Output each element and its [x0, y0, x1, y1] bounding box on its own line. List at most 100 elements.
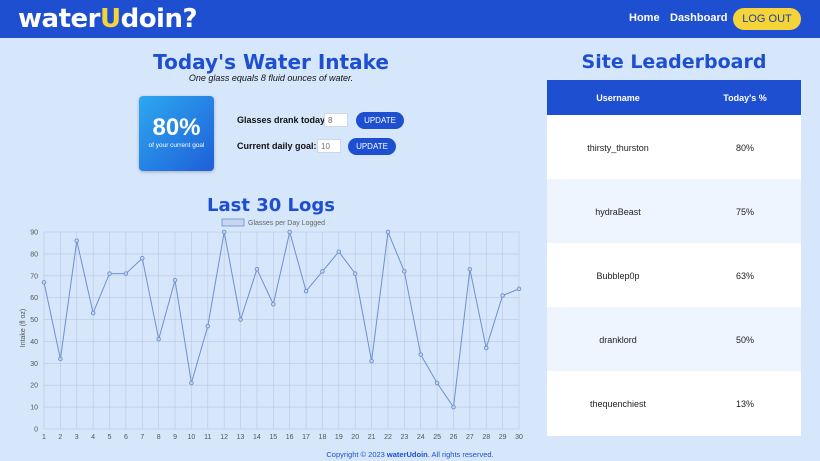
data-point[interactable] [451, 404, 456, 410]
x-tick-label: 14 [253, 434, 261, 441]
x-tick-label: 29 [499, 434, 507, 441]
data-point[interactable] [90, 310, 96, 316]
data-point[interactable] [385, 229, 391, 235]
x-tick-label: 24 [417, 434, 425, 441]
row-percent: 50% [735, 335, 754, 345]
data-point[interactable] [352, 271, 358, 276]
x-tick-label: 15 [269, 434, 277, 441]
footer-brand[interactable]: waterUdoin [387, 450, 428, 459]
x-tick-label: 19 [335, 434, 343, 441]
leaderboard-table: Username Today's % thirsty_thurston 80% … [547, 80, 801, 436]
y-tick-label: 80 [30, 251, 38, 258]
x-tick-label: 18 [319, 434, 327, 441]
data-point[interactable] [254, 266, 260, 272]
data-point[interactable] [500, 293, 505, 298]
footer: Copyright © 2023 waterUdoin. All rights … [270, 450, 550, 459]
data-point[interactable] [107, 271, 112, 276]
x-tick-label: 10 [188, 434, 196, 441]
goal-percent: 80% [152, 114, 201, 141]
nav-home-link[interactable]: Home [629, 12, 660, 24]
goal-input[interactable] [317, 139, 341, 153]
x-tick-label: 12 [220, 434, 228, 441]
glasses-label: Glasses drank today: [237, 115, 329, 125]
brand-text-doin: doin? [120, 4, 198, 34]
row-percent: 75% [735, 207, 754, 217]
data-point[interactable] [402, 269, 407, 274]
x-tick-label: 23 [400, 434, 408, 441]
data-point[interactable] [287, 229, 292, 235]
data-point[interactable] [58, 356, 63, 362]
data-point[interactable] [189, 380, 194, 386]
data-point[interactable] [221, 229, 227, 235]
y-tick-label: 60 [30, 295, 38, 302]
y-tick-label: 30 [30, 361, 38, 368]
data-point[interactable] [303, 288, 309, 294]
y-tick-label: 50 [30, 317, 38, 324]
row-percent: 80% [735, 143, 754, 153]
data-point[interactable] [156, 337, 161, 342]
table-row: dranklord 50% [547, 307, 801, 371]
y-tick-label: 40 [30, 339, 38, 346]
brand-logo[interactable]: waterUdoin? [18, 4, 198, 34]
x-tick-label: 4 [91, 434, 95, 441]
table-row: thirsty_thurston 80% [547, 115, 801, 179]
goal-caption: of your current goal [148, 142, 205, 149]
row-username: thequenchiest [589, 399, 647, 409]
x-tick-label: 13 [237, 434, 245, 441]
glasses-input[interactable] [324, 113, 348, 127]
x-tick-label: 7 [140, 434, 144, 441]
y-tick-label: 90 [30, 230, 38, 237]
data-point[interactable] [271, 301, 276, 307]
y-tick-label: 10 [30, 405, 38, 412]
footer-prefix: Copyright © 2023 [326, 450, 387, 459]
y-tick-label: 20 [30, 383, 38, 390]
column-header-username: Username [596, 93, 640, 103]
legend-swatch[interactable] [221, 218, 245, 227]
data-point[interactable] [369, 358, 374, 364]
data-point[interactable] [140, 256, 145, 261]
update-goal-button[interactable]: UPDATE [348, 138, 396, 155]
x-tick-label: 25 [433, 434, 441, 441]
data-point[interactable] [41, 280, 47, 285]
data-point[interactable] [238, 317, 243, 322]
x-tick-label: 6 [124, 434, 128, 441]
x-tick-label: 9 [173, 434, 177, 441]
y-axis-label: Intake (fl oz) [20, 309, 27, 348]
y-tick-label: 70 [30, 273, 38, 280]
data-point[interactable] [74, 238, 80, 244]
data-point[interactable] [123, 271, 129, 276]
intake-subtitle: One glass equals 8 fluid ounces of water… [188, 73, 354, 83]
brand-text-u: U [99, 4, 121, 34]
nav-dashboard-link[interactable]: Dashboard [670, 12, 727, 24]
data-point[interactable] [483, 345, 489, 351]
data-point[interactable] [320, 269, 325, 274]
table-row: Bubblep0p 63% [547, 243, 801, 307]
intake-line-chart: 01020304050607080901 2 3 4 5 6 7 8 9 10 11 12 13 14 15… [20, 218, 523, 441]
data-point[interactable] [336, 249, 342, 254]
data-point[interactable] [467, 266, 473, 272]
data-point[interactable] [172, 277, 178, 283]
intake-title: Today's Water Intake [153, 50, 389, 74]
x-tick-label: 21 [368, 434, 376, 441]
goal-label: Current daily goal: [237, 141, 317, 151]
logout-button[interactable]: LOG OUT [733, 8, 801, 30]
data-point[interactable] [205, 323, 211, 329]
update-glasses-button[interactable]: UPDATE [356, 112, 404, 129]
x-tick-label: 1 [42, 434, 46, 441]
leaderboard-header: Username Today's % [547, 80, 801, 115]
data-point[interactable] [434, 380, 440, 386]
x-tick-label: 22 [384, 434, 392, 441]
column-header-today-pct: Today's % [723, 93, 767, 103]
x-tick-label: 8 [157, 434, 161, 441]
x-tick-label: 27 [466, 434, 474, 441]
data-point[interactable] [516, 286, 522, 292]
y-tick-label: 0 [34, 427, 38, 434]
table-row: hydraBeast 75% [547, 179, 801, 243]
data-point[interactable] [418, 352, 423, 357]
navbar: waterUdoin? Home Dashboard LOG OUT [0, 0, 820, 38]
x-tick-label: 5 [108, 434, 112, 441]
row-percent: 13% [735, 399, 754, 409]
row-username: hydraBeast [595, 207, 641, 217]
legend-label[interactable]: Glasses per Day Logged [248, 220, 325, 227]
goal-progress-card: 80% of your current goal [139, 96, 214, 171]
